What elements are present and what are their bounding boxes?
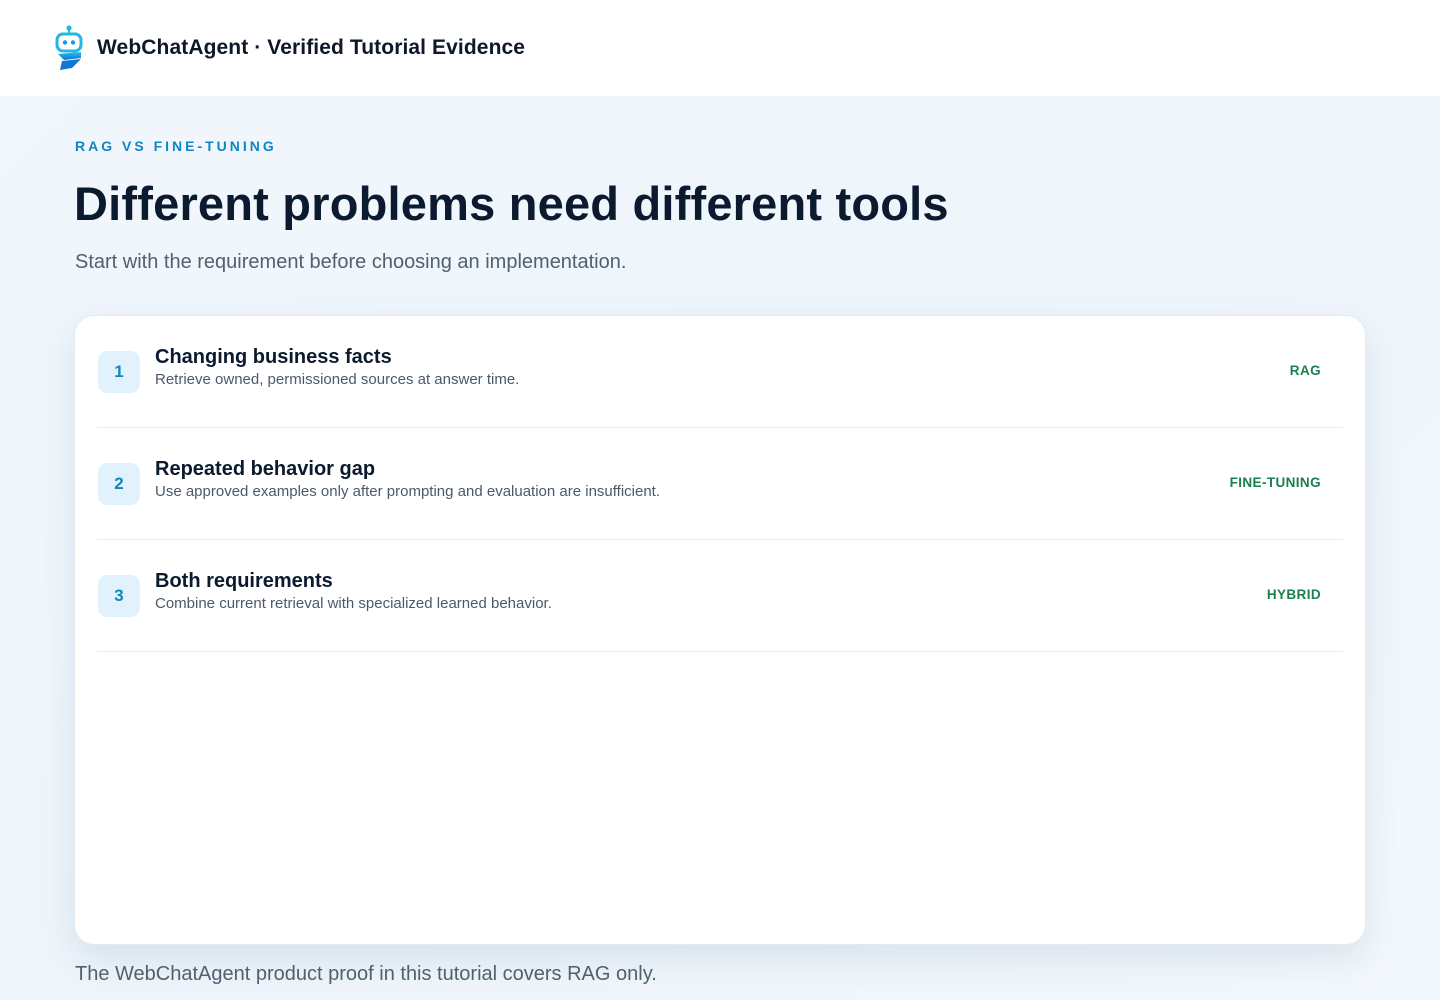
footnote: The WebChatAgent product proof in this t… [75,963,657,985]
brand-title: WebChatAgent · Verified Tutorial Evidenc… [97,36,526,59]
row-description: Retrieve owned, permissioned sources at … [155,371,520,388]
approach-tag: RAG [1289,363,1321,378]
top-bar: WebChatAgent · Verified Tutorial Evidenc… [0,0,1440,96]
page-subtitle: Start with the requirement before choosi… [75,251,627,273]
page-title: Different problems need different tools [74,177,949,230]
approach-tag: FINE-TUNING [1229,475,1321,490]
row-title: Both requirements [155,570,333,592]
section-eyebrow: RAG VS FINE-TUNING [75,138,277,154]
list-item: 2 Repeated behavior gap Use approved exa… [97,428,1343,540]
comparison-card: 1 Changing business facts Retrieve owned… [74,315,1366,945]
row-description: Combine current retrieval with specializ… [155,595,552,612]
robot-chat-icon [55,25,83,70]
list-item: 3 Both requirements Combine current retr… [97,540,1343,652]
row-description: Use approved examples only after prompti… [155,483,661,500]
row-title: Repeated behavior gap [155,458,376,480]
approach-tag: HYBRID [1266,587,1321,602]
row-title: Changing business facts [155,346,392,368]
step-number-badge: 2 [98,463,140,505]
step-number-badge: 1 [98,351,140,393]
step-number-badge: 3 [98,575,140,617]
list-item: 1 Changing business facts Retrieve owned… [97,316,1343,428]
